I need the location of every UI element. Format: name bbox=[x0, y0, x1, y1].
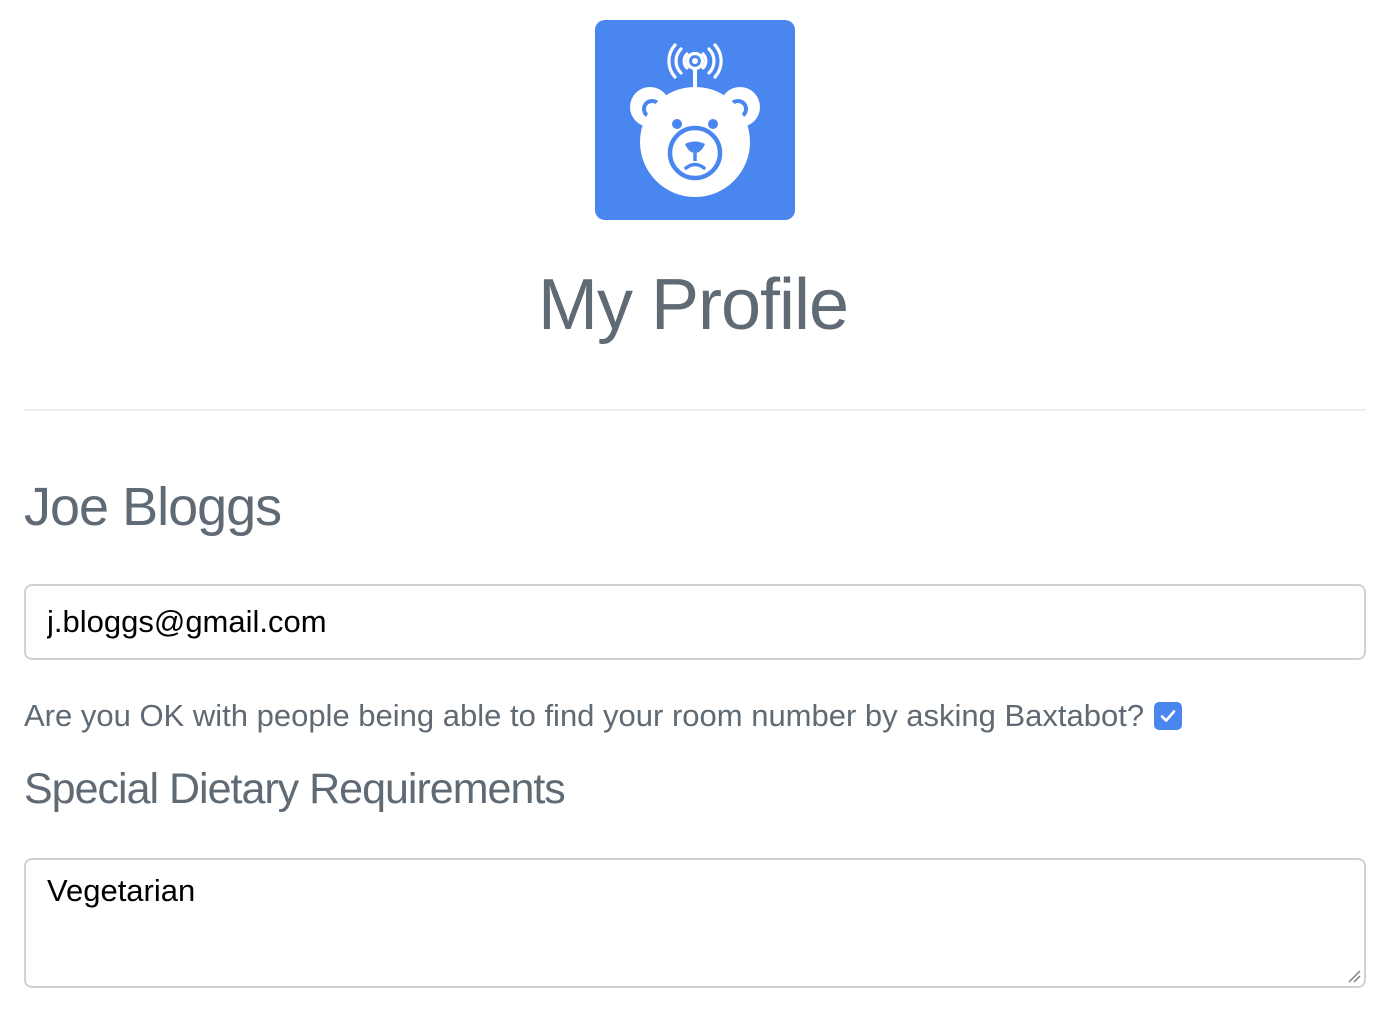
email-field[interactable] bbox=[24, 584, 1366, 660]
page-title: My Profile bbox=[537, 265, 849, 345]
room-consent-row: Are you OK with people being able to fin… bbox=[24, 696, 1183, 736]
checkmark-icon bbox=[1160, 710, 1176, 722]
app-logo bbox=[595, 20, 795, 220]
header-divider bbox=[24, 409, 1366, 411]
resize-handle-icon[interactable] bbox=[1347, 969, 1361, 983]
dietary-textarea[interactable]: Vegetarian bbox=[24, 858, 1366, 988]
room-consent-checkbox[interactable] bbox=[1154, 702, 1183, 730]
dietary-heading: Special Dietary Requirements bbox=[24, 765, 566, 813]
room-consent-label: Are you OK with people being able to fin… bbox=[24, 698, 1145, 733]
user-name: Joe Bloggs bbox=[24, 477, 282, 537]
bear-robot-antenna-icon bbox=[630, 43, 760, 197]
